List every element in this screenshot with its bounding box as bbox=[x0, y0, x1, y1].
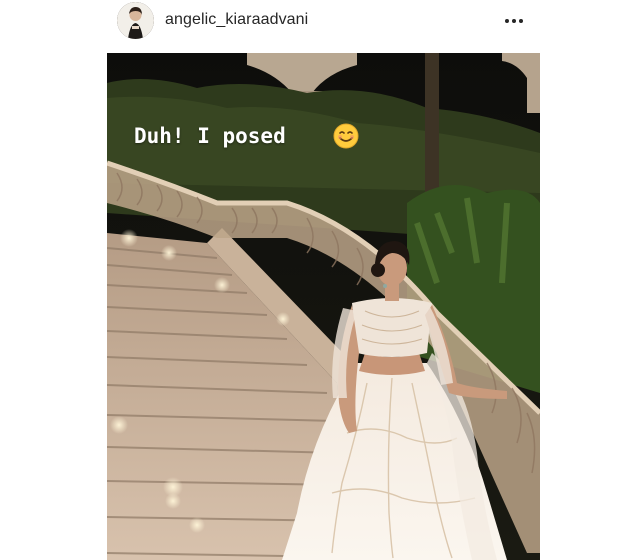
story-image: Duh! I posed bbox=[107, 53, 540, 560]
dot bbox=[512, 19, 516, 23]
dot bbox=[505, 19, 509, 23]
more-options-icon[interactable] bbox=[505, 18, 523, 24]
story-caption: Duh! I posed bbox=[134, 124, 286, 148]
profile-avatar[interactable] bbox=[117, 2, 154, 39]
post-header: angelic_kiaraadvani bbox=[0, 0, 640, 44]
dot bbox=[519, 19, 523, 23]
avatar-photo bbox=[117, 2, 154, 39]
smiling-face-emoji-icon bbox=[333, 123, 359, 149]
username-link[interactable]: angelic_kiaraadvani bbox=[165, 11, 308, 29]
